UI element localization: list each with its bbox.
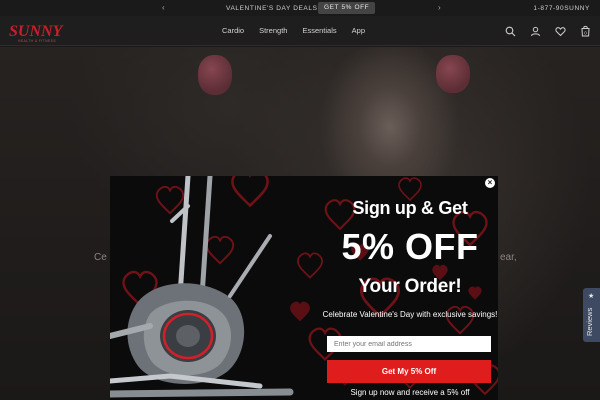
chevron-right-icon[interactable]: › bbox=[438, 3, 441, 12]
site-header: SUNNY HEALTH & FITNESS Cardio Strength E… bbox=[0, 16, 600, 46]
phone-number-link[interactable]: 1-877-90SUNNY bbox=[533, 5, 590, 12]
main-nav: Cardio Strength Essentials App bbox=[222, 26, 380, 35]
reviews-label: Reviews bbox=[585, 307, 594, 336]
popup-description: Celebrate Valentine's Day with exclusive… bbox=[322, 310, 498, 319]
close-icon[interactable]: × bbox=[485, 178, 495, 188]
heart-icon[interactable] bbox=[553, 24, 567, 38]
hero-text-right: ear, bbox=[500, 252, 517, 263]
popup-headline-1: Sign up & Get bbox=[352, 198, 468, 218]
star-icon: ★ bbox=[588, 293, 595, 300]
elliptical-machine-image bbox=[110, 176, 294, 398]
announcement-message: VALENTINE'S DAY DEALS bbox=[226, 5, 318, 12]
nav-cardio[interactable]: Cardio bbox=[222, 26, 244, 35]
popup-headline-2: 5% OFF bbox=[341, 226, 479, 267]
get-discount-button[interactable]: Get My 5% Off bbox=[327, 360, 491, 383]
popup-footer-text: Sign up now and receive a 5% off bbox=[350, 388, 470, 397]
popup-headline-3: Your Order! bbox=[358, 276, 462, 297]
nav-essentials[interactable]: Essentials bbox=[302, 26, 336, 35]
search-icon[interactable] bbox=[503, 24, 517, 38]
account-icon[interactable] bbox=[528, 24, 542, 38]
cart-icon[interactable]: 0 bbox=[578, 24, 592, 38]
svg-text:HEALTH & FITNESS: HEALTH & FITNESS bbox=[18, 39, 56, 43]
announcement-bar: ‹ VALENTINE'S DAY DEALS GET 5% OFF › 1-8… bbox=[0, 0, 600, 16]
dumbbell-right-image bbox=[436, 55, 470, 93]
nav-app[interactable]: App bbox=[352, 26, 365, 35]
svg-text:SUNNY: SUNNY bbox=[9, 23, 64, 40]
email-input[interactable] bbox=[327, 336, 491, 352]
chevron-left-icon[interactable]: ‹ bbox=[162, 3, 165, 12]
header-icons: 0 bbox=[492, 24, 592, 38]
reviews-tab[interactable]: ★ Reviews bbox=[583, 288, 600, 342]
sunny-logo[interactable]: SUNNY HEALTH & FITNESS bbox=[8, 20, 64, 44]
dumbbell-left-image bbox=[198, 55, 232, 95]
nav-strength[interactable]: Strength bbox=[259, 26, 287, 35]
get-offer-button[interactable]: GET 5% OFF bbox=[318, 2, 376, 14]
cart-count: 0 bbox=[584, 30, 587, 35]
hero-text-left: Ce bbox=[94, 252, 107, 263]
